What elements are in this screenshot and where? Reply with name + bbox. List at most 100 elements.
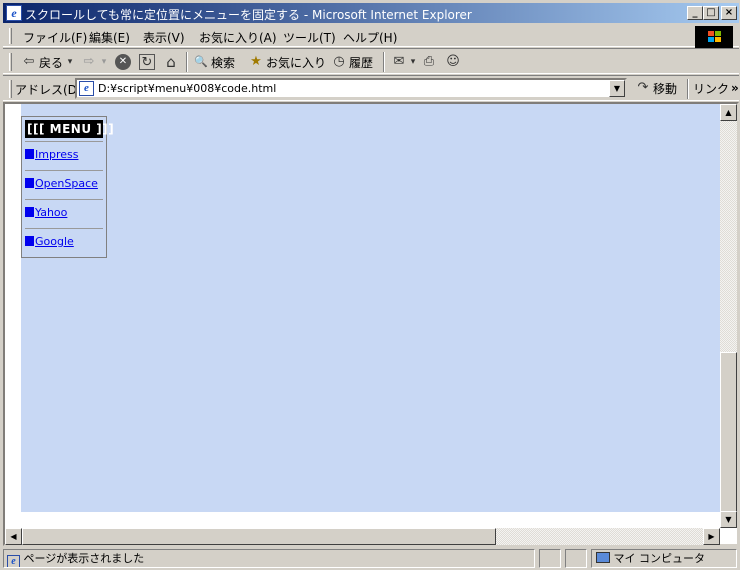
links-label: リンク [693, 81, 730, 96]
menu-link-label: OpenSpace [35, 177, 98, 190]
print-button[interactable]: ⎙ [421, 53, 437, 71]
history-label: 履歴 [349, 55, 374, 70]
maximize-button[interactable]: □ [703, 6, 719, 20]
forward-dropdown-icon[interactable]: ▾ [99, 54, 109, 70]
links-button[interactable]: リンク » [693, 79, 739, 97]
scroll-down-icon[interactable]: ▼ [720, 511, 737, 528]
scroll-right-icon[interactable]: ▶ [703, 528, 720, 545]
forward-button[interactable]: ⇨ ▾ [81, 53, 109, 71]
zone-pane: マイ コンピュータ [591, 549, 737, 568]
page-viewport: [[[ MENU ]]] Impress OpenSpace Yahoo Goo… [21, 104, 721, 512]
scroll-left-icon[interactable]: ◀ [5, 528, 22, 545]
favorites-label: お気に入り [266, 55, 327, 70]
zone-text: マイ コンピュータ [613, 552, 706, 565]
favorites-button[interactable]: ★ お気に入り [248, 53, 326, 71]
vertical-scroll-thumb[interactable] [720, 352, 737, 512]
address-input[interactable]: e D:¥script¥menu¥008¥code.html ▼ [75, 78, 627, 99]
stop-icon: ✕ [115, 54, 131, 70]
fixed-menu: [[[ MENU ]]] Impress OpenSpace Yahoo Goo… [21, 116, 115, 258]
title-bar[interactable]: e スクロールしても常に定位置にメニューを固定する - Microsoft In… [3, 3, 739, 23]
home-icon: ⌂ [166, 53, 176, 71]
history-icon: ◷ [333, 54, 345, 69]
print-icon: ⎙ [423, 54, 435, 69]
mail-icon: ✉ [393, 54, 405, 69]
bullet-square-icon [25, 178, 34, 188]
menu-link-openspace[interactable]: OpenSpace [25, 177, 98, 190]
mail-dropdown-icon[interactable]: ▾ [409, 54, 417, 70]
menu-link-label: Google [35, 235, 74, 248]
back-label: 戻る [39, 55, 64, 70]
toolbar-separator [383, 52, 385, 72]
status-pane-empty [539, 549, 561, 568]
go-arrow-icon: ↷ [637, 80, 649, 95]
menu-link-label: Yahoo [35, 206, 68, 219]
messenger-button[interactable]: ☺ [445, 53, 461, 71]
scroll-up-icon[interactable]: ▲ [720, 104, 737, 121]
address-separator [687, 79, 689, 99]
address-dropdown-icon[interactable]: ▼ [609, 80, 625, 97]
menu-tools[interactable]: ツール(T) [283, 29, 336, 46]
status-pane-empty [565, 549, 587, 568]
windows-logo-icon [695, 26, 733, 48]
menu-link-impress[interactable]: Impress [25, 148, 78, 161]
address-url[interactable]: D:¥script¥menu¥008¥code.html [98, 82, 276, 95]
favorites-icon: ★ [250, 54, 262, 69]
horizontal-scrollbar[interactable]: ◀ ▶ [5, 528, 720, 545]
menu-bar: ファイル(F) 編集(E) 表示(V) お気に入り(A) ツール(T) ヘルプ(… [3, 25, 739, 48]
menu-item-google[interactable]: Google [25, 228, 103, 254]
page-done-icon: e [7, 555, 20, 567]
address-bar-grip[interactable] [9, 80, 12, 98]
menu-view[interactable]: 表示(V) [143, 29, 185, 46]
menu-file[interactable]: ファイル(F) [23, 29, 87, 46]
menubar-grip[interactable] [9, 28, 12, 44]
messenger-icon: ☺ [446, 54, 460, 69]
back-dropdown-icon[interactable]: ▾ [65, 54, 75, 70]
home-button[interactable]: ⌂ [163, 53, 179, 71]
window-title: スクロールしても常に定位置にメニューを固定する - Microsoft Inte… [25, 8, 472, 22]
bullet-square-icon [25, 149, 34, 159]
menu-link-yahoo[interactable]: Yahoo [25, 206, 67, 219]
go-label: 移動 [653, 81, 678, 96]
status-pane: e ページが表示されました [3, 549, 535, 568]
menu-favorites[interactable]: お気に入り(A) [199, 29, 277, 46]
standard-toolbar: ⇦ 戻る ▾ ⇨ ▾ ✕ ↻ ⌂ 🔍 検索 ★ お気に入り ◷ 履歴 ✉ ▾ ⎙… [3, 48, 739, 74]
history-button[interactable]: ◷ 履歴 [331, 53, 373, 71]
search-label: 検索 [211, 55, 236, 70]
bullet-square-icon [25, 236, 34, 246]
page-icon: e [79, 81, 94, 96]
search-button[interactable]: 🔍 検索 [193, 53, 235, 71]
go-button[interactable]: ↷ 移動 [635, 79, 677, 97]
back-arrow-icon: ⇦ [23, 54, 35, 69]
chevron-right-icon[interactable]: » [731, 81, 739, 95]
close-button[interactable]: × [721, 6, 737, 20]
back-button[interactable]: ⇦ 戻る ▾ [21, 53, 75, 71]
horizontal-scroll-thumb[interactable] [22, 528, 496, 545]
browser-window: e スクロールしても常に定位置にメニューを固定する - Microsoft In… [0, 0, 740, 570]
ie-app-icon[interactable]: e [6, 5, 22, 21]
menu-item-impress[interactable]: Impress [25, 141, 103, 167]
forward-arrow-icon: ⇨ [83, 54, 95, 69]
menu-edit[interactable]: 編集(E) [89, 29, 130, 46]
refresh-button[interactable]: ↻ [139, 53, 155, 71]
menu-item-openspace[interactable]: OpenSpace [25, 170, 103, 196]
vertical-scrollbar[interactable]: ▲ ▼ [720, 104, 737, 528]
browser-content: [[[ MENU ]]] Impress OpenSpace Yahoo Goo… [3, 102, 739, 546]
minimize-button[interactable]: _ [687, 6, 703, 20]
toolbar-separator [186, 52, 188, 72]
computer-icon [596, 552, 610, 563]
address-bar: アドレス(D) e D:¥script¥menu¥008¥code.html ▼… [3, 75, 739, 101]
mail-button[interactable]: ✉ ▾ [391, 53, 417, 71]
stop-button[interactable]: ✕ [115, 53, 131, 71]
menu-title: [[[ MENU ]]] [25, 120, 115, 138]
address-label: アドレス(D) [15, 83, 82, 97]
bullet-square-icon [25, 207, 34, 217]
status-text: ページが表示されました [23, 552, 145, 565]
menu-item-yahoo[interactable]: Yahoo [25, 199, 103, 225]
menu-link-google[interactable]: Google [25, 235, 74, 248]
toolbar-grip[interactable] [9, 53, 12, 71]
refresh-icon: ↻ [139, 54, 155, 70]
search-icon: 🔍 [194, 55, 208, 68]
status-bar: e ページが表示されました マイ コンピュータ [3, 548, 739, 569]
menu-link-label: Impress [35, 148, 79, 161]
menu-help[interactable]: ヘルプ(H) [343, 29, 397, 46]
